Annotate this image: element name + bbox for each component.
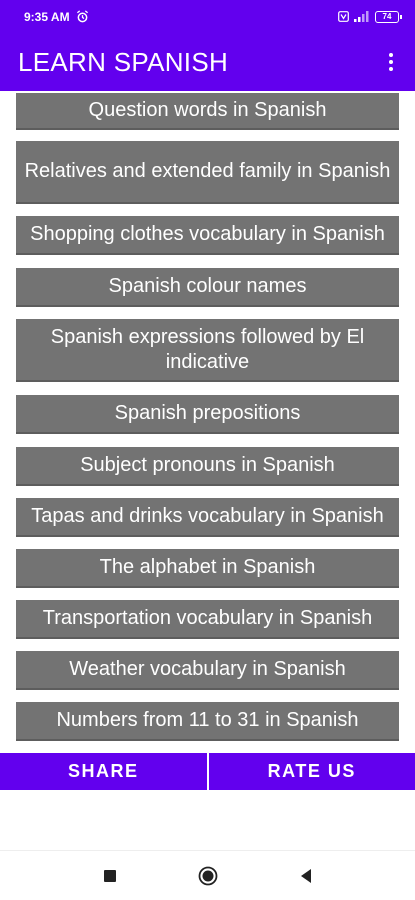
topic-item[interactable]: Spanish colour names [16,268,399,307]
topic-item[interactable]: Tapas and drinks vocabulary in Spanish [16,498,399,537]
status-left: 9:35 AM [24,10,89,24]
system-nav-bar [0,850,415,900]
app-bar: LEARN SPANISH [0,33,415,91]
topic-list[interactable]: Question words in Spanish Relatives and … [0,91,415,742]
signal-icon [354,11,370,22]
topic-item[interactable]: Spanish prepositions [16,395,399,434]
rate-us-button[interactable]: RATE US [208,753,415,790]
volte-icon [338,11,349,22]
battery-icon: 74 [375,10,402,23]
status-bar: 9:35 AM 74 [0,0,415,33]
topic-item[interactable]: Subject pronouns in Spanish [16,447,399,486]
status-right: 74 [338,10,402,23]
topic-item[interactable]: Weather vocabulary in Spanish [16,651,399,690]
share-button[interactable]: SHARE [0,753,207,790]
topic-item[interactable]: Numbers from 11 to 31 in Spanish [16,702,399,741]
topic-item[interactable]: Transportation vocabulary in Spanish [16,600,399,639]
topic-item[interactable]: Question words in Spanish [16,93,399,130]
app-title: LEARN SPANISH [18,46,229,77]
recents-icon[interactable] [96,862,124,890]
topic-item[interactable]: Spanish expressions followed by El indic… [16,319,399,382]
status-time: 9:35 AM [24,9,70,24]
overflow-menu-icon[interactable] [379,47,403,77]
topic-item[interactable]: The alphabet in Spanish [16,549,399,588]
back-icon[interactable] [292,862,320,890]
topic-item[interactable]: Shopping clothes vocabulary in Spanish [16,216,399,255]
home-icon[interactable] [194,862,222,890]
topic-item[interactable]: Relatives and extended family in Spanish [16,141,399,204]
bottom-action-bar: SHARE RATE US [0,753,415,790]
alarm-icon [76,10,89,23]
